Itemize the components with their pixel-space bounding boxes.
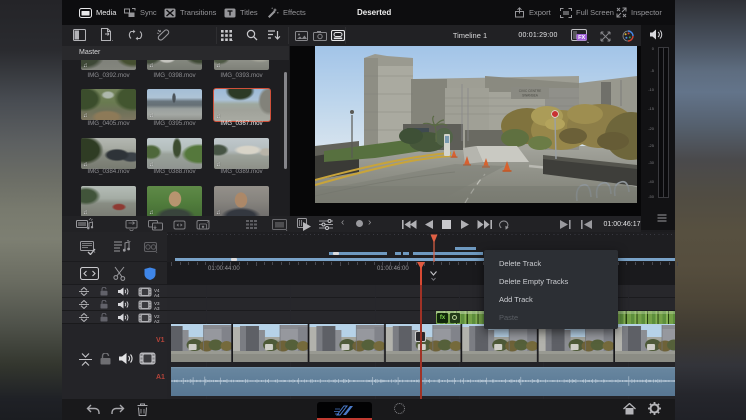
svg-text:FX: FX — [578, 35, 585, 41]
svg-text:SWANSEA: SWANSEA — [522, 94, 539, 98]
svg-text:CIVIC CENTRE: CIVIC CENTRE — [519, 89, 542, 93]
